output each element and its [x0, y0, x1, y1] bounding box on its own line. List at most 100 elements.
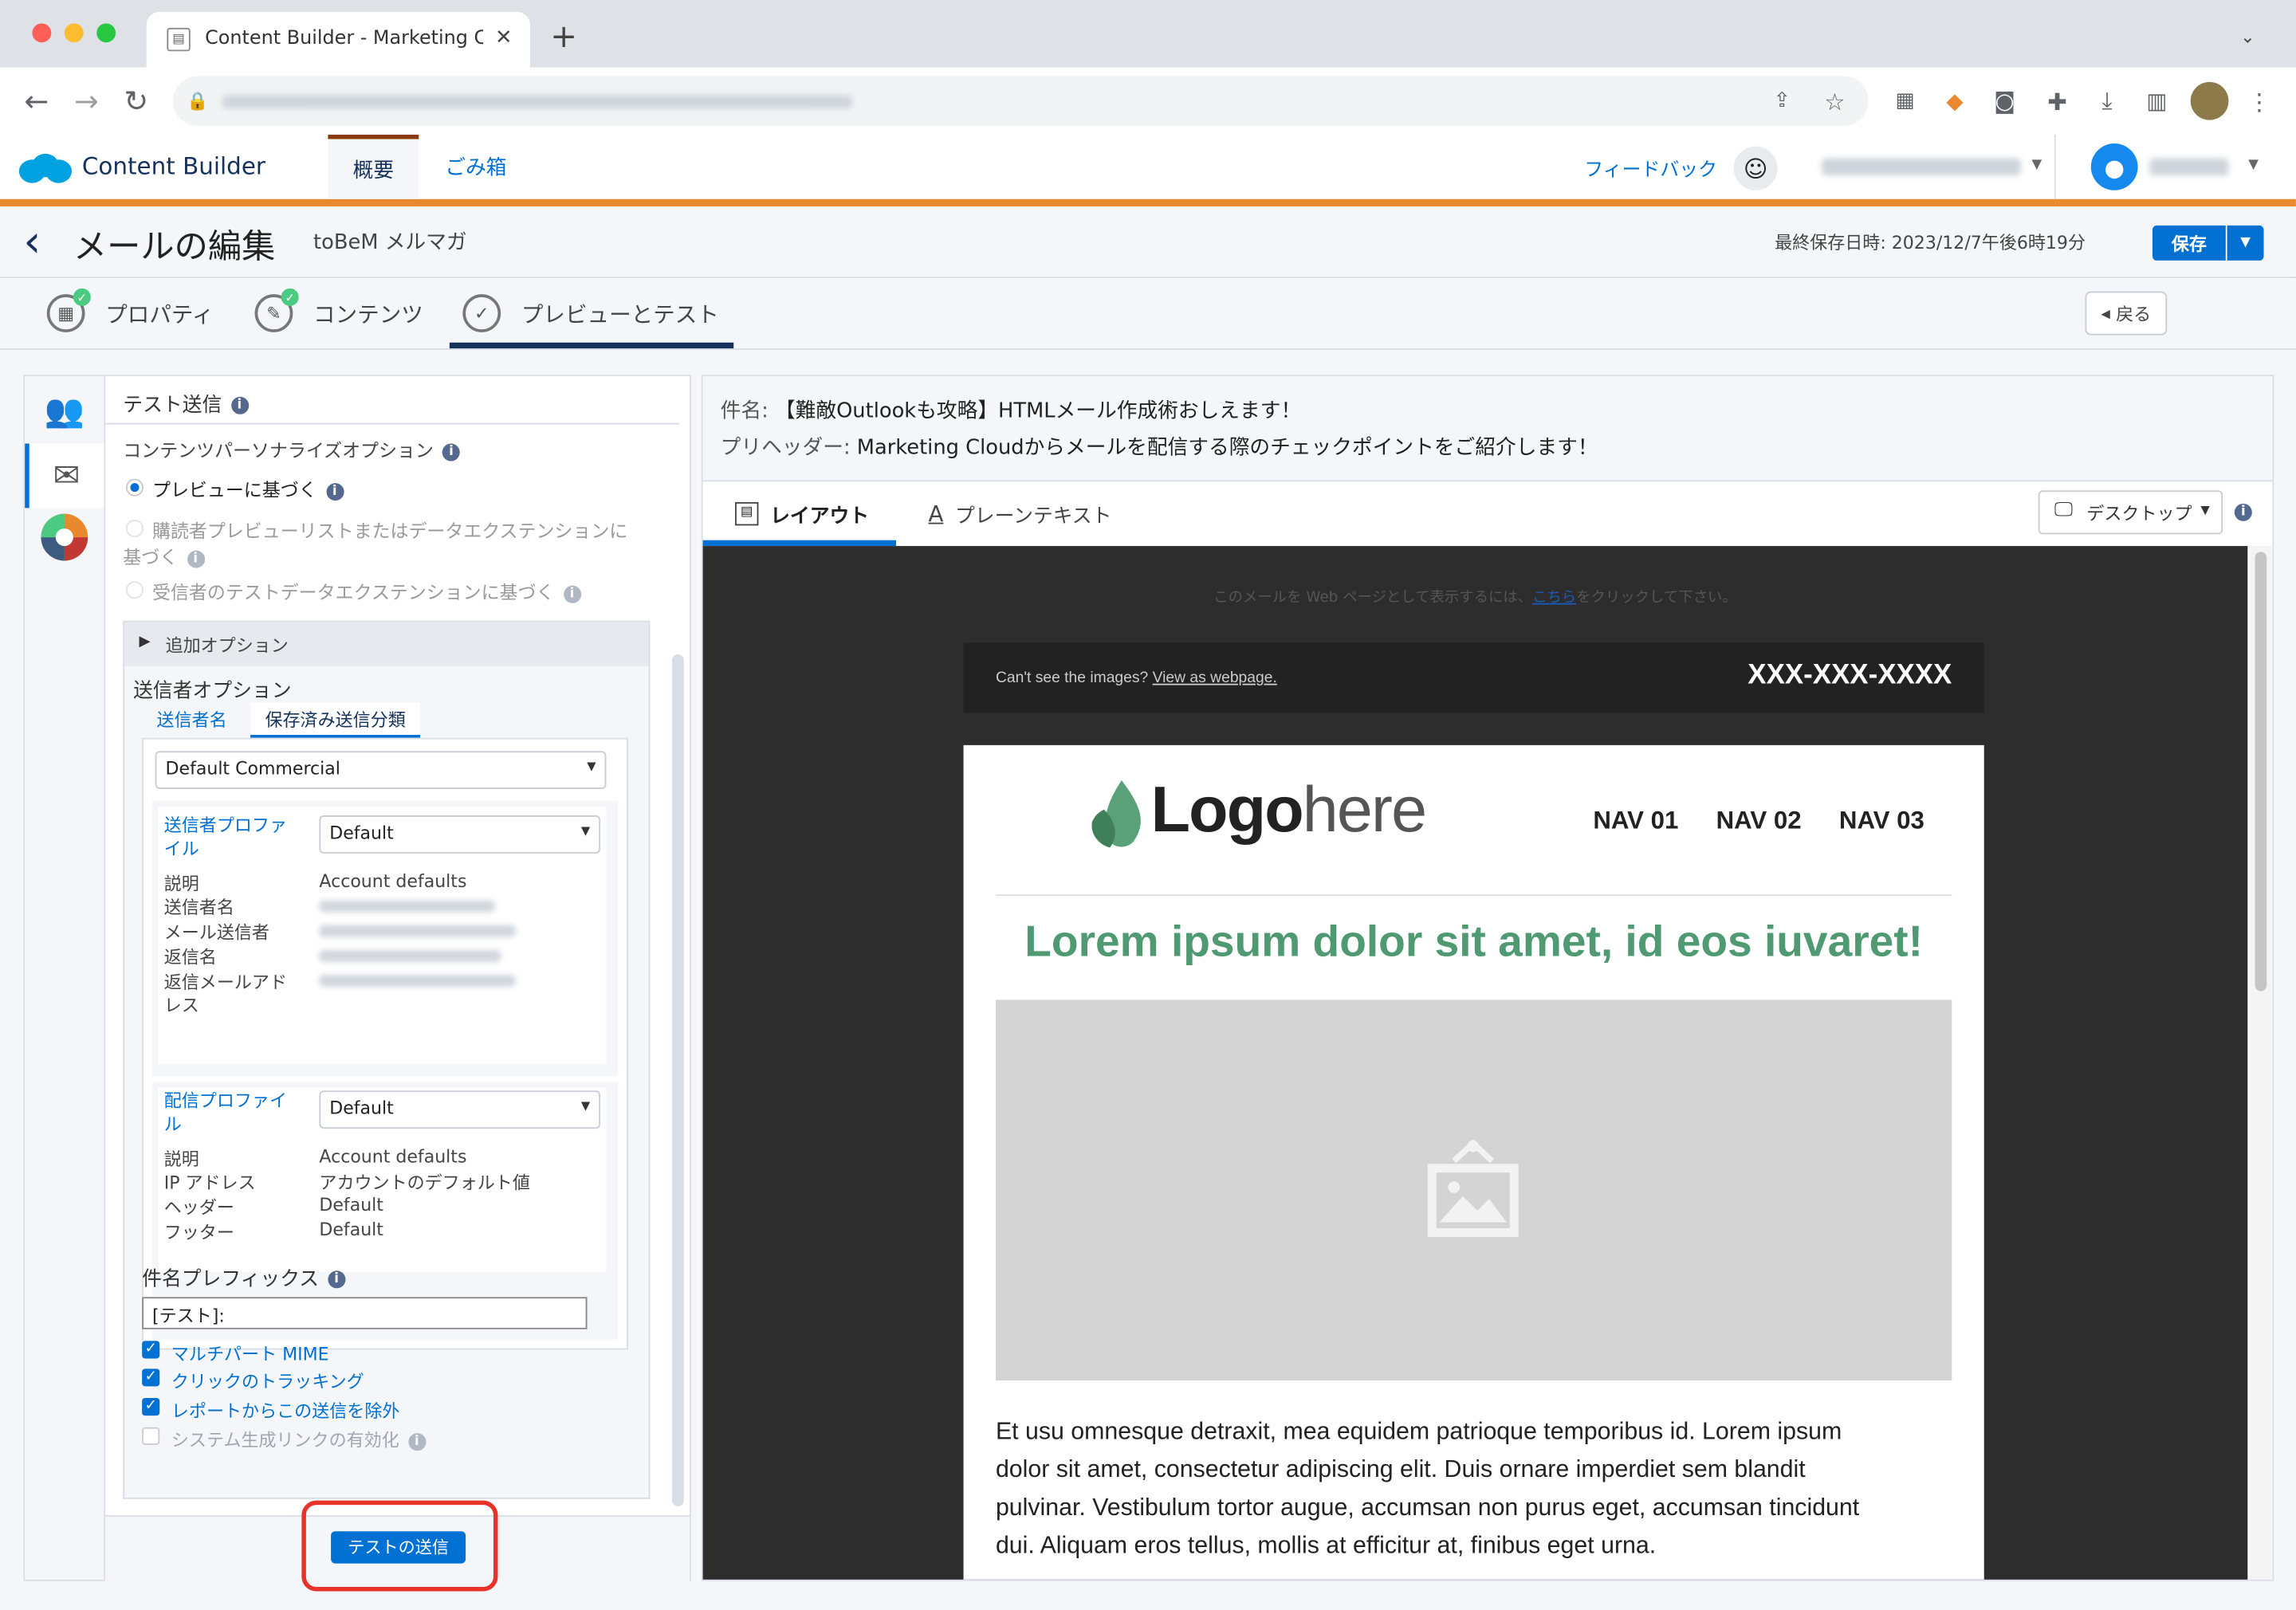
reload-icon[interactable]: ↻ — [120, 84, 152, 119]
back-chevron-icon[interactable]: ‹ — [14, 215, 49, 268]
new-tab-icon[interactable]: + — [548, 18, 580, 55]
extensions-puzzle-icon[interactable]: ✚ — [2041, 85, 2073, 117]
radio-subscriber-list-label: 購読者プレビューリストまたはデータエクステンションに — [152, 520, 628, 542]
radio-subscriber-list[interactable] — [125, 520, 144, 538]
extension-fox-icon[interactable]: ◆ — [1939, 85, 1971, 117]
body-line: Et usu omnesque detraxit, mea equidem pa… — [995, 1418, 1842, 1445]
nav-link-1[interactable]: NAV 01 — [1593, 807, 1678, 836]
edit-header: ‹ メールの編集 toBeM メルマガ 最終保存日時: 2023/12/7午後6… — [0, 206, 2296, 278]
sidebar-toggle-icon[interactable]: ▥ — [2141, 85, 2172, 117]
view-web-link[interactable]: こちら — [1532, 590, 1576, 606]
preview-scrollbar-thumb[interactable] — [2255, 552, 2267, 992]
maximize-window-button[interactable] — [96, 23, 116, 43]
qr-code-icon[interactable]: ▦ — [1889, 85, 1921, 117]
tab-sender-name[interactable]: 送信者名 — [157, 707, 227, 732]
back-button[interactable]: ◀ 戻る — [2085, 291, 2168, 336]
close-tab-icon[interactable]: ✕ — [492, 26, 515, 49]
minimize-window-button[interactable] — [64, 23, 84, 43]
step-properties[interactable]: ▦ ✓ プロパティ — [46, 278, 214, 348]
info-icon[interactable]: i — [328, 1270, 346, 1289]
menu-kebab-icon[interactable]: ⋮ — [2243, 85, 2275, 117]
subject-prefix-input[interactable]: [テスト]: — [142, 1297, 588, 1329]
left-panel-scrollbar[interactable] — [672, 654, 684, 1506]
info-icon[interactable]: i — [563, 584, 581, 603]
email-body-text: Et usu omnesque detraxit, mea equidem pa… — [996, 1412, 1859, 1565]
info-icon[interactable]: i — [2234, 503, 2252, 521]
delivery-desc-key: 説明 — [163, 1149, 199, 1170]
tab-layout[interactable]: ▤ レイアウト — [735, 481, 869, 546]
tab-search-chevron-icon[interactable]: ⌄ — [2235, 23, 2261, 49]
tab-plain-text[interactable]: A プレーンテキスト — [928, 481, 1111, 546]
delivery-desc-value: Account defaults — [319, 1146, 467, 1167]
nav-link-2[interactable]: NAV 02 — [1716, 807, 1802, 836]
delivery-profile-card: 配信プロファイ ル Default ▼ 説明 Account defaults I… — [158, 1087, 607, 1273]
bookmark-star-icon[interactable]: ☆ — [1822, 87, 1848, 115]
step-label: コンテンツ — [313, 300, 423, 328]
camera-icon[interactable]: ◙ — [1988, 85, 2020, 117]
account-dropdown-icon[interactable]: ▼ — [2027, 155, 2047, 176]
browser-tab[interactable]: ▤ Content Builder - Marketing Cl ✕ — [146, 11, 530, 68]
body-line: pulvinar. Vestibulum tortor augue, accum… — [995, 1494, 1860, 1522]
radio-preview-based-label: プレビューに基づく i — [152, 474, 344, 502]
additional-options-toggle[interactable]: ▶ 追加オプション — [124, 622, 649, 666]
back-arrow-icon[interactable]: ← — [21, 84, 53, 119]
phone-number: XXX-XXX-XXXX — [1748, 660, 1952, 691]
dropdown-caret-icon: ▼ — [580, 824, 591, 838]
info-icon[interactable]: i — [230, 396, 249, 414]
info-icon[interactable]: i — [407, 1432, 426, 1451]
email-divider — [995, 894, 1952, 897]
app-brand: Content Builder — [81, 152, 266, 180]
user-dropdown-icon[interactable]: ▼ — [2243, 155, 2264, 176]
view-as-webpage-link[interactable]: View as webpage. — [1153, 669, 1277, 686]
sender-profile-section: 送信者プロファ イル Default ▼ 説明 Account defaults … — [152, 800, 619, 1076]
checkbox-multipart-mime[interactable]: ✓ — [142, 1341, 160, 1359]
footer-key: フッター — [163, 1222, 234, 1243]
share-icon[interactable]: ⇪ — [1769, 88, 1795, 114]
delivery-profile-select[interactable]: Default ▼ — [319, 1090, 601, 1129]
preview-scrollbar[interactable] — [2249, 546, 2273, 1580]
desktop-monitor-icon: 🖵 — [2054, 499, 2073, 521]
app-header: Content Builder 概要 ごみ箱 フィードバック ☺ ▼ ● ▼ — [0, 134, 2296, 206]
tab-trash[interactable]: ごみ箱 — [427, 135, 524, 199]
feedback-link[interactable]: フィードバック — [1584, 154, 1717, 182]
info-icon[interactable]: i — [442, 442, 460, 461]
sender-profile-select[interactable]: Default ▼ — [319, 815, 601, 854]
classification-select[interactable]: Default Commercial ▼ — [155, 751, 607, 789]
from-email-redacted — [319, 925, 516, 937]
ip-address-value: アカウントのデフォルト値 — [319, 1172, 530, 1193]
save-button[interactable]: 保存 — [2152, 225, 2226, 261]
tab-saved-classification-label: 保存済み送信分類 — [265, 709, 406, 731]
radio-preview-based[interactable] — [125, 478, 144, 497]
forward-arrow-icon[interactable]: → — [70, 84, 102, 119]
radio-test-data-extension[interactable] — [125, 581, 144, 599]
test-send-envelope-icon[interactable]: ✉ — [25, 443, 104, 509]
reply-email-redacted — [319, 975, 516, 987]
info-icon[interactable]: i — [325, 482, 344, 501]
save-dropdown-icon[interactable]: ▼ — [2227, 225, 2264, 261]
address-bar[interactable]: 🔒 ⇪ ☆ — [172, 76, 1869, 126]
email-header-info: 件名: 【難敵Outlookも攻略】HTMLメール作成術おしえます！ プリヘッダ… — [702, 376, 2273, 482]
tab-overview[interactable]: 概要 — [328, 134, 419, 199]
profile-avatar[interactable] — [2190, 81, 2229, 120]
nav-link-3[interactable]: NAV 03 — [1839, 807, 1924, 836]
checkbox-exclude-report[interactable]: ✓ — [142, 1398, 160, 1416]
profile-desc-value: Account defaults — [319, 870, 467, 892]
lock-icon: 🔒 — [187, 90, 209, 112]
additional-options-label: 追加オプション — [165, 635, 289, 656]
color-wheel-icon[interactable] — [25, 505, 104, 570]
step-preview-test[interactable]: ✓ プレビューとテスト — [462, 278, 719, 348]
close-window-button[interactable] — [32, 23, 52, 43]
info-icon[interactable]: i — [187, 549, 205, 567]
user-avatar-icon[interactable]: ● — [2090, 143, 2138, 190]
delivery-profile-select-value: Default — [329, 1098, 394, 1119]
checkbox-click-tracking[interactable]: ✓ — [142, 1368, 160, 1387]
checkbox-system-links[interactable] — [142, 1427, 160, 1445]
checkbox-click-tracking-label: クリックのトラッキング — [171, 1371, 364, 1392]
test-send-panel: テスト送信 i コンテンツパーソナライズオプション i プレビューに基づく i 購読者… — [105, 376, 690, 1592]
subscribers-people-icon[interactable]: 👥 — [25, 379, 104, 444]
cant-see-text: Can't see the images? — [995, 669, 1149, 687]
tab-saved-classification[interactable]: 保存済み送信分類 — [250, 702, 421, 738]
device-select[interactable]: 🖵 デスクトップ ▼ — [2038, 490, 2223, 535]
download-icon[interactable]: ⤓ — [2091, 85, 2123, 117]
step-content[interactable]: ✎ ✓ コンテンツ — [254, 278, 423, 348]
